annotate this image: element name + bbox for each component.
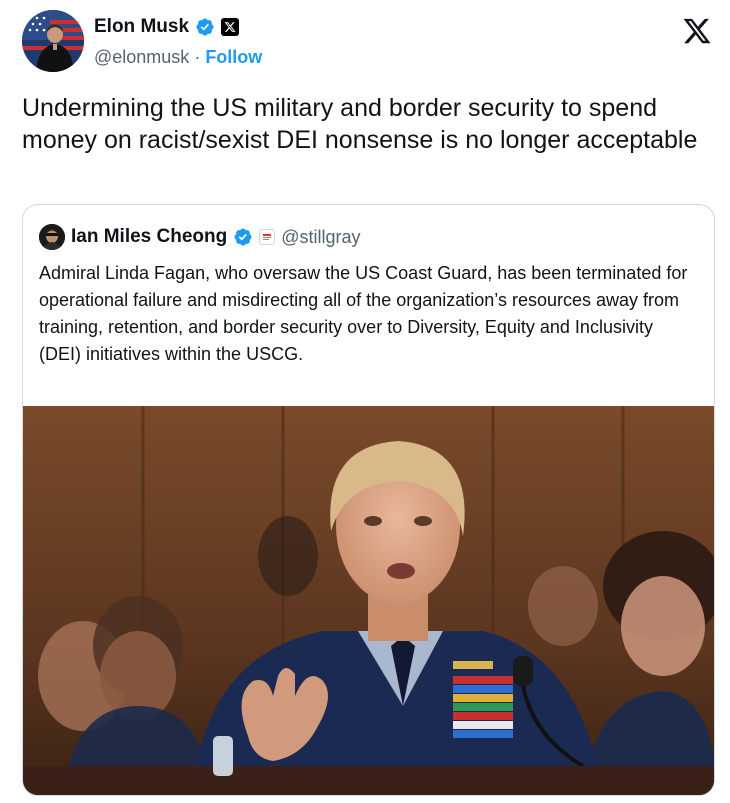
- quoted-author-name[interactable]: Ian Miles Cheong: [71, 226, 227, 248]
- affiliate-badge-icon: [259, 229, 276, 245]
- quoted-author-avatar: [39, 224, 65, 250]
- author-info: Elon Musk @elonmusk · Follow: [94, 15, 262, 68]
- tweet-header: Elon Musk @elonmusk · Follow: [22, 10, 712, 74]
- quoted-tweet[interactable]: Ian Miles Cheong @stillgray Admiral Lind…: [22, 204, 715, 796]
- quoted-tweet-text: Admiral Linda Fagan, who oversaw the US …: [39, 263, 688, 364]
- tweet-text: Undermining the US military and border s…: [22, 94, 698, 154]
- author-display-name[interactable]: Elon Musk: [94, 16, 189, 38]
- author-handle[interactable]: @elonmusk: [94, 47, 189, 67]
- quoted-tweet-photo[interactable]: [23, 406, 714, 795]
- follow-button[interactable]: Follow: [205, 47, 262, 67]
- verified-badge-icon: [195, 17, 215, 37]
- author-handle-row: @elonmusk · Follow: [94, 47, 262, 68]
- verified-badge-icon: [233, 227, 253, 247]
- author-avatar[interactable]: [22, 10, 84, 72]
- handle-separator: ·: [189, 47, 206, 67]
- x-logo-icon[interactable]: [682, 16, 712, 46]
- x-badge-icon: [221, 18, 240, 36]
- author-name-row: Elon Musk: [94, 15, 262, 39]
- quoted-author-handle[interactable]: @stillgray: [281, 227, 360, 248]
- quoted-tweet-header: Ian Miles Cheong @stillgray: [39, 223, 361, 251]
- tweet-card: Elon Musk @elonmusk · Follow Undermining…: [0, 0, 730, 803]
